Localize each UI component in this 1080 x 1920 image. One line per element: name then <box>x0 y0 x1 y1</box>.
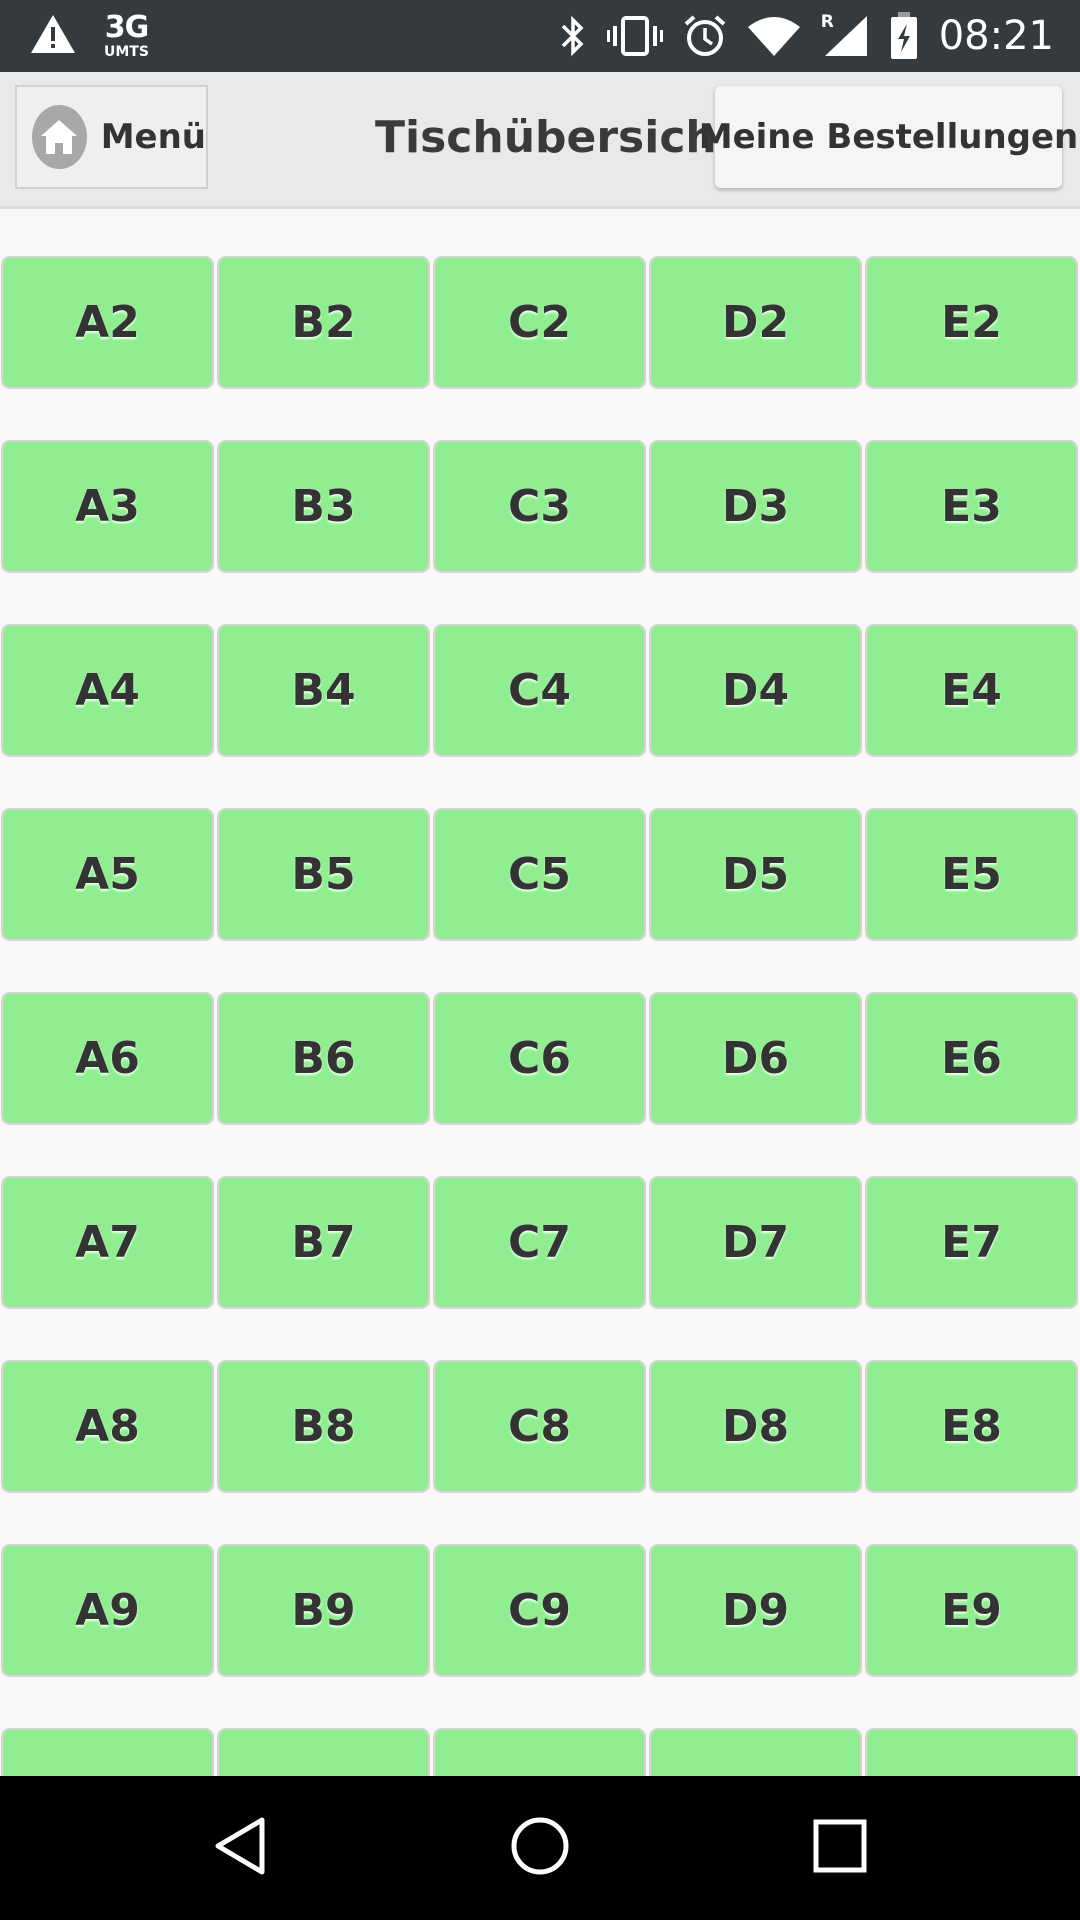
table-tile[interactable]: C4 <box>433 624 646 757</box>
table-tile[interactable]: B5 <box>217 808 430 941</box>
status-bar: 3G UMTS R 08:21 <box>0 0 1080 72</box>
table-tile[interactable] <box>433 1728 646 1776</box>
table-tile[interactable]: D8 <box>649 1360 862 1493</box>
table-tile[interactable]: C8 <box>433 1360 646 1493</box>
table-tile[interactable]: B4 <box>217 624 430 757</box>
table-tile[interactable]: B2 <box>217 256 430 389</box>
table-tile[interactable]: A5 <box>1 808 214 941</box>
menu-label: Menü <box>100 117 206 157</box>
network-indicator: 3G UMTS <box>104 10 149 60</box>
table-tile[interactable]: E6 <box>865 992 1078 1125</box>
vibrate-icon <box>606 14 663 58</box>
alarm-icon <box>683 14 727 58</box>
warning-icon <box>30 13 76 59</box>
table-tile[interactable]: B3 <box>217 440 430 573</box>
table-tile[interactable]: A3 <box>1 440 214 573</box>
home-nav-icon <box>510 1816 570 1880</box>
table-tile[interactable]: A2 <box>1 256 214 389</box>
signal-icon: R <box>820 12 869 58</box>
table-tile[interactable]: D3 <box>649 440 862 573</box>
table-tile[interactable]: A8 <box>1 1360 214 1493</box>
home-icon <box>32 105 87 169</box>
page-title: Tischübersicht <box>375 112 738 163</box>
table-tile[interactable] <box>1 1728 214 1776</box>
table-tile[interactable]: E5 <box>865 808 1078 941</box>
table-tile[interactable]: E8 <box>865 1360 1078 1493</box>
table-tile[interactable]: E4 <box>865 624 1078 757</box>
table-tile[interactable]: E7 <box>865 1176 1078 1309</box>
table-tile[interactable]: C2 <box>433 256 646 389</box>
table-tile[interactable]: D5 <box>649 808 862 941</box>
table-tile[interactable]: E9 <box>865 1544 1078 1677</box>
table-tile[interactable] <box>649 1728 862 1776</box>
roaming-indicator: R <box>820 12 834 32</box>
table-tile[interactable]: A9 <box>1 1544 214 1677</box>
status-left: 3G UMTS <box>30 10 149 62</box>
menu-button[interactable]: Menü <box>15 85 208 189</box>
table-tile[interactable]: D2 <box>649 256 862 389</box>
app-bar: Menü Tischübersicht Meine Bestellungen <box>0 72 1080 209</box>
table-tile[interactable]: C9 <box>433 1544 646 1677</box>
status-right: R 08:21 <box>539 0 1054 72</box>
table-grid-container: A2 B2 C2 D2 E2 A3 B3 C3 D3 E3 A4 B4 C4 D4 E4 A5 B5 C5 D5 E5… <box>0 209 1080 1776</box>
bluetooth-icon <box>559 14 587 58</box>
recents-button[interactable] <box>760 1776 920 1920</box>
table-tile[interactable]: C6 <box>433 992 646 1125</box>
table-tile[interactable]: D6 <box>649 992 862 1125</box>
table-tile[interactable]: A7 <box>1 1176 214 1309</box>
table-tile[interactable]: E3 <box>865 440 1078 573</box>
home-nav-button[interactable] <box>460 1776 620 1920</box>
table-tile[interactable]: C5 <box>433 808 646 941</box>
table-tile[interactable] <box>217 1728 430 1776</box>
network-type: 3G <box>104 10 149 45</box>
table-tile[interactable]: D9 <box>649 1544 862 1677</box>
table-tile[interactable] <box>865 1728 1078 1776</box>
my-orders-button[interactable]: Meine Bestellungen <box>699 86 1078 188</box>
table-tile[interactable]: D4 <box>649 624 862 757</box>
table-tile[interactable]: B8 <box>217 1360 430 1493</box>
table-tile[interactable]: B6 <box>217 992 430 1125</box>
status-time: 08:21 <box>938 13 1054 59</box>
wifi-icon <box>747 15 801 57</box>
table-grid: A2 B2 C2 D2 E2 A3 B3 C3 D3 E3 A4 B4 C4 D4 E4 A5 B5 C5 D5 E5… <box>1 256 1078 1776</box>
table-tile[interactable]: C7 <box>433 1176 646 1309</box>
back-button[interactable] <box>160 1776 320 1920</box>
network-sub: UMTS <box>104 44 149 60</box>
table-tile[interactable]: A6 <box>1 992 214 1125</box>
battery-icon <box>889 12 919 60</box>
navigation-bar <box>0 1776 1080 1920</box>
table-tile[interactable]: E2 <box>865 256 1078 389</box>
table-tile[interactable]: D7 <box>649 1176 862 1309</box>
table-tile[interactable]: B7 <box>217 1176 430 1309</box>
back-icon <box>212 1816 268 1880</box>
recents-icon <box>813 1819 867 1877</box>
table-tile[interactable]: C3 <box>433 440 646 573</box>
table-tile[interactable]: B9 <box>217 1544 430 1677</box>
table-tile[interactable]: A4 <box>1 624 214 757</box>
